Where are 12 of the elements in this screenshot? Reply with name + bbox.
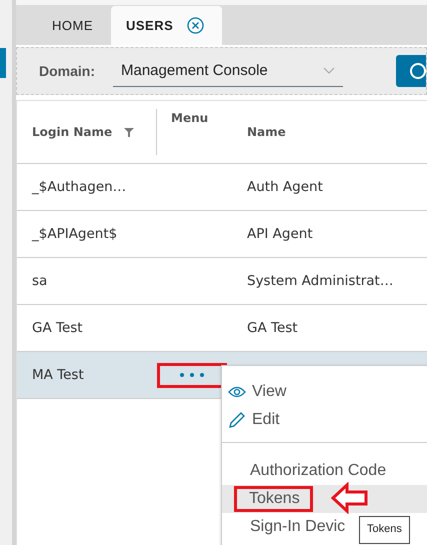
column-header: Menu — [171, 111, 208, 125]
table-cell-text: Auth Agent — [246, 179, 324, 195]
table-cell-text: sa — [31, 273, 48, 289]
table-cell-text: MA Test — [31, 367, 85, 383]
table-cell-text: _$APIAgent$ — [30, 226, 118, 242]
table-cell-text: GA Test — [246, 320, 299, 336]
domain-label: Domain: — [39, 63, 95, 79]
tooltip: Tokens — [359, 516, 410, 544]
table-cell-text: _$Authagen… — [30, 179, 128, 195]
table-cell-text: System Administrat… — [246, 273, 394, 289]
table-cell-text: GA Test — [31, 320, 84, 336]
table-cell-text: API Agent — [246, 226, 314, 242]
